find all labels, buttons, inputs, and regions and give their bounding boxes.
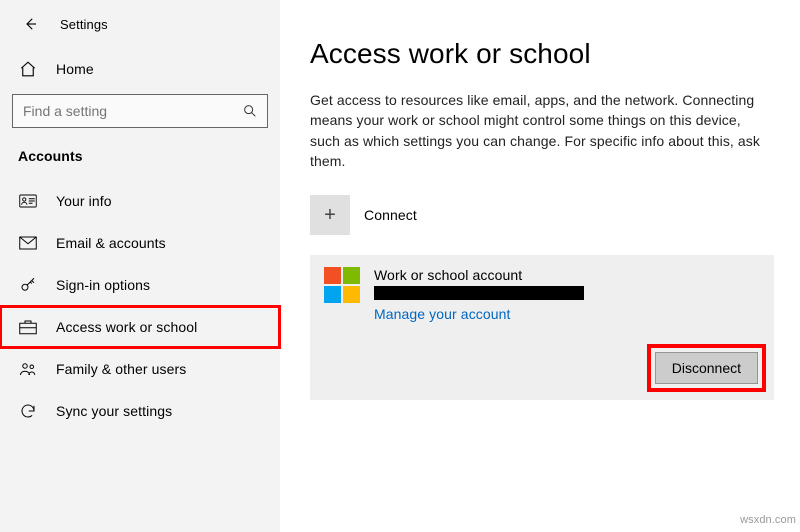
account-email-redacted: [374, 286, 584, 300]
sidebar-item-your-info[interactable]: Your info: [0, 180, 280, 222]
sidebar-item-label: Your info: [56, 193, 112, 209]
home-icon: [18, 60, 38, 78]
page-description: Get access to resources like email, apps…: [310, 90, 774, 171]
window-title: Settings: [60, 17, 108, 32]
disconnect-button[interactable]: Disconnect: [655, 352, 758, 384]
sidebar: Settings Home Accounts: [0, 0, 280, 532]
search-container: [0, 92, 280, 140]
sidebar-item-signin[interactable]: Sign-in options: [0, 264, 280, 306]
sidebar-item-label: Email & accounts: [56, 235, 166, 251]
account-header: Work or school account Manage your accou…: [324, 267, 760, 322]
page-title: Access work or school: [310, 38, 774, 70]
back-button[interactable]: [18, 12, 42, 36]
sidebar-item-label: Sign-in options: [56, 277, 150, 293]
watermark: wsxdn.com: [740, 514, 796, 526]
sidebar-item-email[interactable]: Email & accounts: [0, 222, 280, 264]
disconnect-row: Disconnect: [324, 350, 760, 386]
microsoft-logo-icon: [324, 267, 360, 303]
highlight-box: Disconnect: [653, 350, 760, 386]
sidebar-item-label: Family & other users: [56, 361, 186, 377]
account-title: Work or school account: [374, 267, 760, 283]
badge-icon: [18, 194, 38, 208]
search-icon: [233, 103, 267, 119]
titlebar: Settings: [0, 8, 280, 46]
account-card[interactable]: Work or school account Manage your accou…: [310, 255, 774, 400]
home-nav[interactable]: Home: [0, 46, 280, 92]
sidebar-item-label: Access work or school: [56, 319, 197, 335]
manage-account-link[interactable]: Manage your account: [374, 306, 511, 322]
search-box[interactable]: [12, 94, 268, 128]
main-content: Access work or school Get access to reso…: [280, 0, 800, 532]
sidebar-item-label: Sync your settings: [56, 403, 172, 419]
back-arrow-icon: [21, 15, 39, 33]
sync-icon: [18, 402, 38, 420]
settings-window: Settings Home Accounts: [0, 0, 800, 532]
connect-button[interactable]: +: [310, 195, 350, 235]
people-icon: [18, 361, 38, 377]
connect-label: Connect: [364, 207, 417, 223]
account-info: Work or school account Manage your accou…: [374, 267, 760, 322]
sidebar-item-family[interactable]: Family & other users: [0, 348, 280, 390]
sidebar-item-access-work[interactable]: Access work or school: [0, 306, 280, 348]
key-icon: [18, 276, 38, 294]
search-input[interactable]: [13, 97, 233, 125]
sidebar-item-sync[interactable]: Sync your settings: [0, 390, 280, 432]
plus-icon: +: [324, 204, 336, 227]
briefcase-icon: [18, 319, 38, 335]
home-label: Home: [56, 61, 94, 77]
sidebar-section: Accounts: [0, 140, 280, 180]
mail-icon: [18, 236, 38, 250]
connect-row[interactable]: + Connect: [310, 195, 774, 235]
